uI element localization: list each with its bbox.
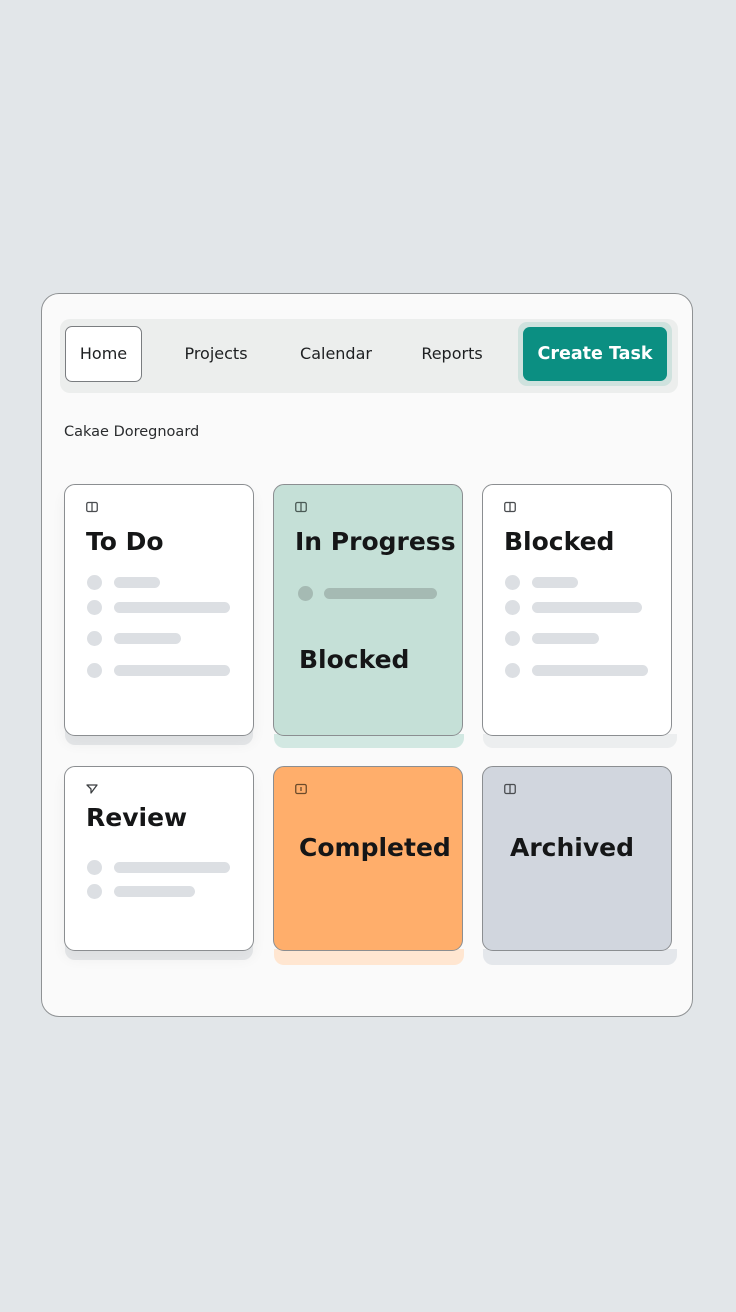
board-icon — [86, 501, 98, 513]
placeholder-dot — [505, 600, 520, 615]
column-card-archived[interactable]: Archived — [482, 766, 672, 951]
top-navigation: Home Projects Calendar Reports Create Ta… — [60, 319, 678, 393]
secondary-label: Blocked — [299, 645, 410, 674]
nav-calendar[interactable]: Calendar — [288, 326, 384, 382]
column-card-blocked[interactable]: Blocked — [482, 484, 672, 736]
placeholder-dot — [87, 575, 102, 590]
nav-projects[interactable]: Projects — [172, 326, 260, 382]
placeholder-bar — [114, 862, 230, 873]
column-title: To Do — [86, 527, 164, 556]
placeholder-dot — [505, 575, 520, 590]
info-icon — [295, 783, 307, 795]
placeholder-dot — [87, 600, 102, 615]
placeholder-bar — [114, 886, 195, 897]
card-shadow — [483, 734, 677, 748]
placeholder-dot — [505, 663, 520, 678]
placeholder-bar — [114, 633, 181, 644]
column-title: Completed — [299, 833, 451, 862]
placeholder-bar — [532, 665, 648, 676]
placeholder-bar — [114, 665, 230, 676]
board-icon — [295, 501, 307, 513]
placeholder-dot — [298, 586, 313, 601]
card-shadow — [274, 949, 464, 965]
placeholder-dot — [87, 860, 102, 875]
column-card-completed[interactable]: Completed — [273, 766, 463, 951]
card-shadow — [483, 949, 677, 965]
column-card-todo[interactable]: To Do — [64, 484, 254, 736]
board-icon — [504, 783, 516, 795]
create-task-button-wrapper: Create Task — [518, 322, 672, 386]
placeholder-bar — [324, 588, 437, 599]
app-window: Home Projects Calendar Reports Create Ta… — [41, 293, 693, 1017]
placeholder-bar — [532, 577, 578, 588]
column-card-in-progress[interactable]: In Progress Blocked — [273, 484, 463, 736]
placeholder-bar — [114, 577, 160, 588]
nav-reports[interactable]: Reports — [412, 326, 492, 382]
column-title: Archived — [510, 833, 635, 862]
placeholder-dot — [505, 631, 520, 646]
column-title: In Progress — [295, 527, 456, 556]
column-title: Review — [86, 803, 188, 832]
card-shadow — [274, 734, 464, 748]
board-icon — [504, 501, 516, 513]
placeholder-bar — [532, 633, 599, 644]
nav-home[interactable]: Home — [65, 326, 142, 382]
placeholder-bar — [532, 602, 642, 613]
column-card-review[interactable]: Review — [64, 766, 254, 951]
create-task-button[interactable]: Create Task — [523, 327, 667, 381]
placeholder-bar — [114, 602, 230, 613]
send-icon — [86, 784, 98, 794]
placeholder-dot — [87, 663, 102, 678]
placeholder-dot — [87, 631, 102, 646]
column-title: Blocked — [504, 527, 615, 556]
board-subtitle: Cakae Doregnoard — [64, 424, 200, 440]
placeholder-dot — [87, 884, 102, 899]
